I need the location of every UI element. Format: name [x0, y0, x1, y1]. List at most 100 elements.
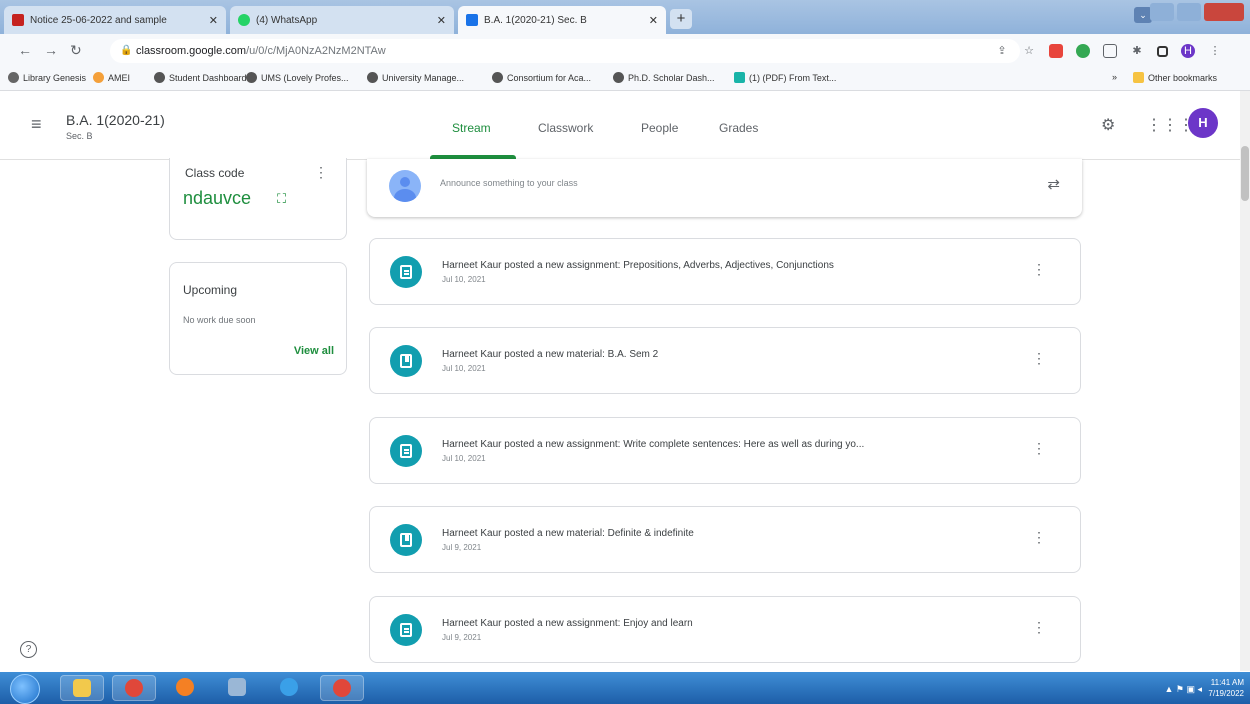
clock-time: 11:41 AM: [1210, 678, 1244, 687]
post-date: Jul 10, 2021: [442, 275, 486, 284]
more-vertical-icon[interactable]: ⋮: [1032, 529, 1046, 546]
bookmark-label: Student Dashboard: [169, 72, 247, 83]
extension-icon[interactable]: [1049, 44, 1063, 58]
bookmark-item[interactable]: AMEI: [93, 72, 130, 83]
word-icon: [228, 678, 246, 696]
url-text: classroom.google.com/u/0/c/MjA0NzA2NzM2N…: [136, 39, 386, 63]
close-tab-icon[interactable]: ✕: [209, 14, 218, 27]
post-title[interactable]: Harneet Kaur posted a new material: B.A.…: [442, 349, 658, 360]
stream-post[interactable]: Harneet Kaur posted a new material: Defi…: [369, 506, 1081, 573]
user-avatar-icon: [389, 170, 421, 202]
post-title[interactable]: Harneet Kaur posted a new assignment: Pr…: [442, 260, 834, 271]
bookmark-item[interactable]: Library Genesis: [8, 72, 86, 83]
share-icon[interactable]: ⇪: [995, 44, 1009, 58]
reload-icon[interactable]: ↻: [70, 42, 82, 59]
stream-post[interactable]: Harneet Kaur posted a new assignment: En…: [369, 596, 1081, 663]
browser-tab-active[interactable]: B.A. 1(2020-21) Sec. B ✕: [458, 6, 666, 34]
taskbar-app[interactable]: [268, 675, 312, 701]
bookmark-item[interactable]: University Manage...: [367, 72, 464, 83]
taskbar-app[interactable]: [164, 675, 208, 701]
avatar[interactable]: H: [1188, 108, 1218, 138]
view-all-link[interactable]: View all: [294, 345, 334, 357]
more-vertical-icon[interactable]: ⋮: [1032, 619, 1046, 636]
tab-classwork[interactable]: Classwork: [538, 121, 593, 135]
post-title[interactable]: Harneet Kaur posted a new material: Defi…: [442, 528, 694, 539]
post-date: Jul 9, 2021: [442, 633, 482, 642]
class-section: Sec. B: [66, 131, 93, 141]
help-icon[interactable]: ?: [20, 641, 37, 658]
extension-icon[interactable]: [1076, 44, 1090, 58]
bookmark-item[interactable]: UMS (Lovely Profes...: [246, 72, 349, 83]
class-title[interactable]: B.A. 1(2020-21): [66, 112, 165, 128]
browser-tab[interactable]: (4) WhatsApp ✕: [230, 6, 454, 34]
apps-grid-icon[interactable]: ⋮⋮⋮: [1146, 115, 1194, 135]
announce-placeholder[interactable]: Announce something to your class: [440, 178, 578, 188]
bookmark-item[interactable]: Student Dashboard: [154, 72, 247, 83]
taskbar-app[interactable]: [60, 675, 104, 701]
maximize-button[interactable]: [1177, 3, 1201, 21]
other-bookmarks[interactable]: Other bookmarks: [1133, 72, 1217, 83]
folder-icon: [1133, 72, 1144, 83]
bookmark-star-icon[interactable]: ☆: [1022, 44, 1036, 58]
gear-icon[interactable]: ⚙: [1101, 115, 1115, 135]
browser-tab[interactable]: Notice 25-06-2022 and sample ✕: [4, 6, 226, 34]
globe-icon: [492, 72, 503, 83]
side-panel-icon[interactable]: [1157, 45, 1168, 57]
stream-post[interactable]: Harneet Kaur posted a new assignment: Wr…: [369, 417, 1081, 484]
browser-tab-strip: Notice 25-06-2022 and sample ✕ (4) Whats…: [0, 0, 1250, 34]
vertical-scrollbar[interactable]: [1240, 91, 1250, 671]
extension-icon[interactable]: [1103, 44, 1117, 58]
menu-icon[interactable]: ≡: [31, 114, 42, 135]
scrollbar-thumb[interactable]: [1241, 146, 1249, 201]
close-tab-icon[interactable]: ✕: [437, 14, 446, 27]
more-vertical-icon[interactable]: ⋮: [1208, 44, 1222, 58]
chrome-icon: [125, 679, 143, 697]
fullscreen-icon[interactable]: ⛶: [277, 191, 286, 207]
bookmark-item[interactable]: Consortium for Aca...: [492, 72, 591, 83]
system-tray-icons[interactable]: ▲ ⚑ ▣ ◂: [1165, 684, 1203, 695]
back-arrow-icon[interactable]: ←: [18, 42, 32, 58]
extensions-puzzle-icon[interactable]: ✱: [1130, 44, 1144, 58]
start-button[interactable]: [10, 674, 40, 704]
taskbar-clock[interactable]: 11:41 AM 7/19/2022: [1208, 677, 1244, 699]
whatsapp-icon: [238, 14, 250, 26]
bookmark-label: AMEI: [108, 72, 131, 83]
researchgate-icon: [734, 72, 745, 83]
toolbar-icons: ⇪ ☆ ✱ H ⋮: [995, 44, 1222, 58]
bookmark-item[interactable]: Ph.D. Scholar Dash...: [613, 72, 715, 83]
post-date: Jul 10, 2021: [442, 364, 486, 373]
minimize-button[interactable]: [1150, 3, 1174, 21]
forward-arrow-icon[interactable]: →: [44, 42, 58, 58]
close-window-button[interactable]: [1204, 3, 1244, 21]
chrome-icon: [333, 679, 351, 697]
assignment-icon: [390, 256, 422, 288]
tab-stream[interactable]: Stream: [452, 121, 491, 135]
tab-grades[interactable]: Grades: [719, 121, 758, 135]
taskbar-app[interactable]: [320, 675, 364, 701]
address-bar[interactable]: 🔒 classroom.google.com/u/0/c/MjA0NzA2NzM…: [110, 39, 1020, 63]
url-path: /u/0/c/MjA0NzA2NzM2NTAw: [246, 45, 386, 57]
more-vertical-icon[interactable]: ⋮: [1032, 350, 1046, 367]
more-vertical-icon[interactable]: ⋮: [314, 164, 328, 181]
announce-box[interactable]: Announce something to your class ⇄: [367, 159, 1082, 217]
taskbar-app[interactable]: [216, 675, 260, 701]
class-code-label: Class code: [185, 166, 245, 180]
stream-post[interactable]: Harneet Kaur posted a new material: B.A.…: [369, 327, 1081, 394]
more-vertical-icon[interactable]: ⋮: [1032, 261, 1046, 278]
browser-tab-title: B.A. 1(2020-21) Sec. B: [484, 14, 587, 26]
bookmark-item[interactable]: (1) (PDF) From Text...: [734, 72, 836, 83]
browser-toolbar: ← → ↻ 🔒 classroom.google.com/u/0/c/MjA0N…: [0, 34, 1250, 68]
browser-tab-title: (4) WhatsApp: [256, 14, 318, 26]
stream-post[interactable]: Harneet Kaur posted a new assignment: Pr…: [369, 238, 1081, 305]
post-title[interactable]: Harneet Kaur posted a new assignment: Wr…: [442, 439, 864, 450]
lock-icon: 🔒: [120, 45, 133, 56]
profile-avatar-icon[interactable]: H: [1181, 44, 1195, 58]
more-vertical-icon[interactable]: ⋮: [1032, 440, 1046, 457]
taskbar-app[interactable]: [112, 675, 156, 701]
bookmarks-overflow[interactable]: »: [1112, 72, 1117, 82]
post-title[interactable]: Harneet Kaur posted a new assignment: En…: [442, 618, 693, 629]
repost-icon[interactable]: ⇄: [1047, 175, 1060, 193]
close-tab-icon[interactable]: ✕: [649, 14, 658, 27]
tab-people[interactable]: People: [641, 121, 678, 135]
new-tab-button[interactable]: +: [670, 9, 692, 29]
